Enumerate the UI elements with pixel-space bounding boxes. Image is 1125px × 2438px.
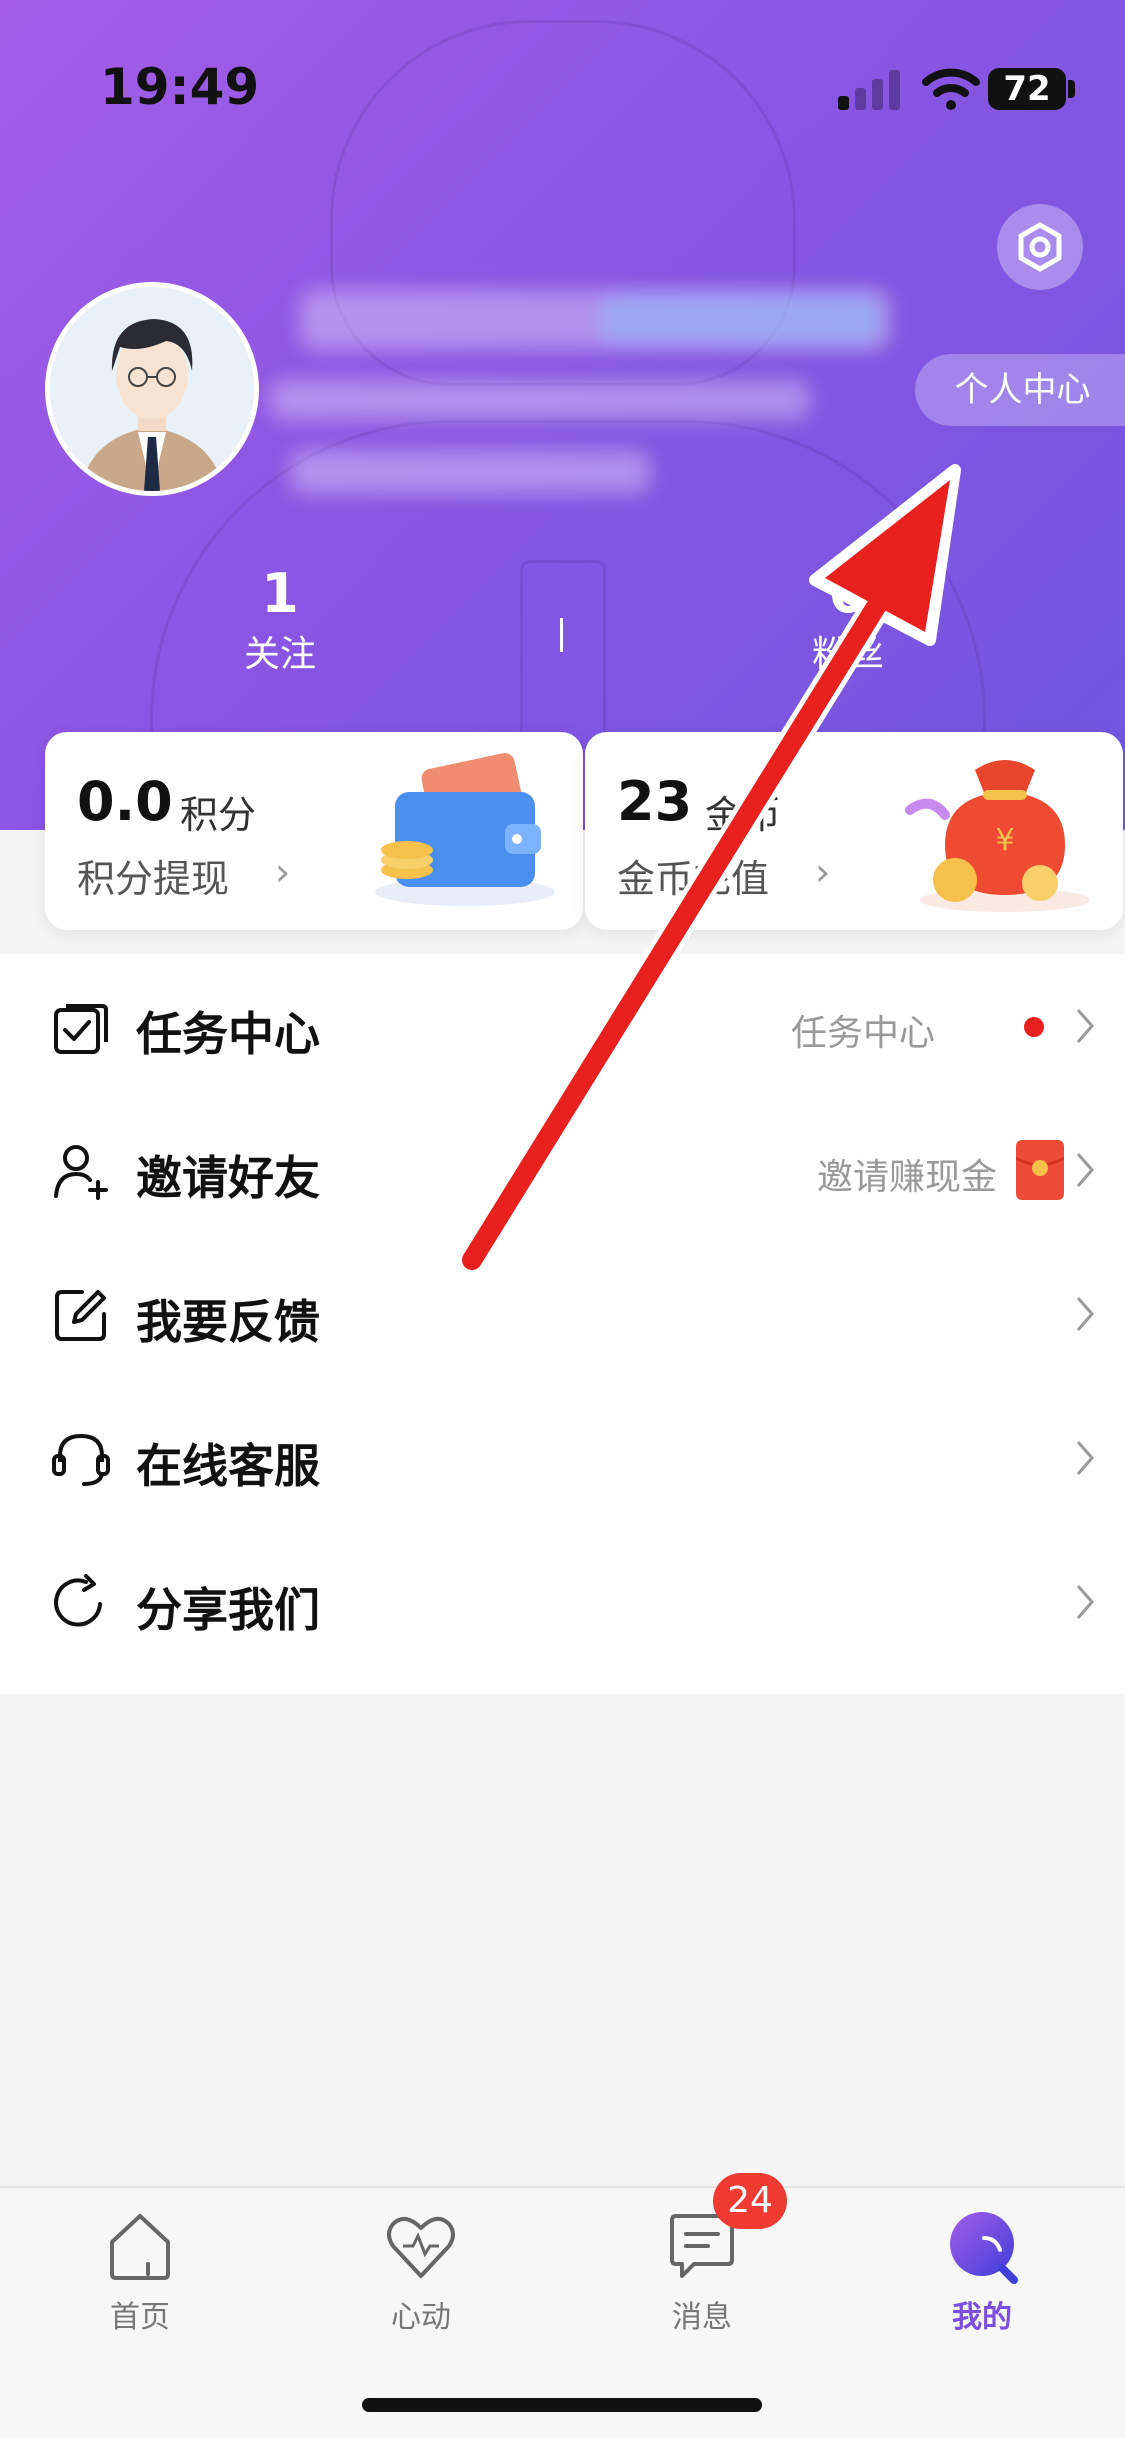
coins-recharge-link[interactable]: 金币充值 [617, 848, 769, 903]
money-bag-icon: ¥ [905, 760, 1090, 912]
points-value: 0.0 [77, 770, 173, 833]
avatar[interactable] [45, 282, 259, 496]
share-icon [54, 1574, 102, 1627]
menu-label: 我要反馈 [136, 1295, 320, 1349]
chevron-right-icon [1076, 1297, 1094, 1331]
points-withdraw-link[interactable]: 积分提现 [77, 848, 229, 903]
personal-center-button[interactable]: 个人中心 [915, 354, 1125, 426]
wifi-icon [922, 68, 980, 110]
add-user-icon [54, 1145, 108, 1200]
menu-right-text: 邀请赚现金 [816, 1157, 997, 1198]
profile-icon [950, 2212, 1018, 2284]
tab-label: 心动 [391, 2300, 451, 2335]
blurred-user-tag [290, 450, 650, 494]
red-dot-indicator [1024, 1017, 1044, 1037]
menu-list: 任务中心 任务中心 邀请好友 邀请赚现金 我要反馈 在线客服 分享我们 [0, 954, 1125, 1694]
menu-label: 在线客服 [136, 1439, 320, 1493]
wallet-icon [375, 753, 555, 906]
headset-icon [52, 1433, 110, 1486]
menu-label: 任务中心 [136, 1007, 320, 1061]
coins-value: 23 [617, 770, 693, 833]
tab-label: 我的 [952, 2300, 1012, 2335]
status-time: 19:49 [100, 58, 260, 116]
tab-label: 消息 [672, 2300, 732, 2335]
chevron-right-icon [1076, 1153, 1094, 1187]
battery-level: 72 [988, 68, 1066, 110]
blurred-badges [600, 296, 880, 342]
coins-unit: 金币 [705, 793, 782, 837]
cellular-signal-icon [838, 70, 900, 110]
edit-icon [55, 1290, 106, 1341]
home-icon [110, 2214, 170, 2280]
tab-label: 首页 [110, 2300, 170, 2335]
points-card[interactable]: 0.0 积分 积分提现 › [45, 732, 583, 930]
followers-label: 粉丝 [811, 634, 884, 675]
task-check-icon [54, 1004, 108, 1054]
chevron-right-icon [1076, 1009, 1094, 1043]
svg-text:¥: ¥ [995, 823, 1014, 858]
chevron-right-icon: › [275, 850, 291, 894]
profile-header: 19:49 72 个人中心 1 关注 0 粉丝 [0, 0, 1125, 830]
tab-home[interactable]: 首页 [40, 2208, 240, 2336]
following-stat[interactable]: 1 关注 [180, 562, 380, 677]
settings-hexagon-icon [1018, 222, 1062, 272]
menu-item-feedback[interactable]: 我要反馈 [0, 1242, 1125, 1386]
tab-heartbeat[interactable]: 心动 [321, 2208, 521, 2336]
red-envelope-icon [1016, 1140, 1064, 1200]
tab-me[interactable]: 我的 [882, 2208, 1082, 2336]
chevron-right-icon [1076, 1441, 1094, 1475]
followers-count: 0 [829, 562, 867, 625]
home-indicator[interactable] [362, 2398, 762, 2412]
menu-item-task-center[interactable]: 任务中心 任务中心 [0, 954, 1125, 1098]
following-count: 1 [261, 562, 299, 625]
blurred-user-id [270, 380, 810, 420]
menu-right-text: 任务中心 [790, 1013, 935, 1054]
menu-item-customer-service[interactable]: 在线客服 [0, 1386, 1125, 1530]
chevron-right-icon: › [815, 850, 831, 894]
following-label: 关注 [243, 634, 316, 675]
followers-stat[interactable]: 0 粉丝 [748, 562, 948, 677]
stats-divider [560, 618, 563, 652]
heart-icon [387, 2216, 455, 2278]
menu-item-share[interactable]: 分享我们 [0, 1530, 1125, 1674]
chevron-right-icon [1076, 1585, 1094, 1619]
avatar-portrait-image [50, 287, 254, 491]
tab-messages[interactable]: 消息 [602, 2208, 802, 2336]
menu-label: 邀请好友 [136, 1151, 320, 1205]
menu-label: 分享我们 [136, 1583, 320, 1637]
coins-card[interactable]: 23 金币 金币充值 › ¥ [585, 732, 1123, 930]
points-unit: 积分 [180, 793, 257, 837]
menu-item-invite-friends[interactable]: 邀请好友 邀请赚现金 [0, 1098, 1125, 1242]
settings-button[interactable] [997, 204, 1083, 290]
messages-unread-badge: 24 [713, 2173, 787, 2229]
battery-cap [1068, 80, 1075, 98]
